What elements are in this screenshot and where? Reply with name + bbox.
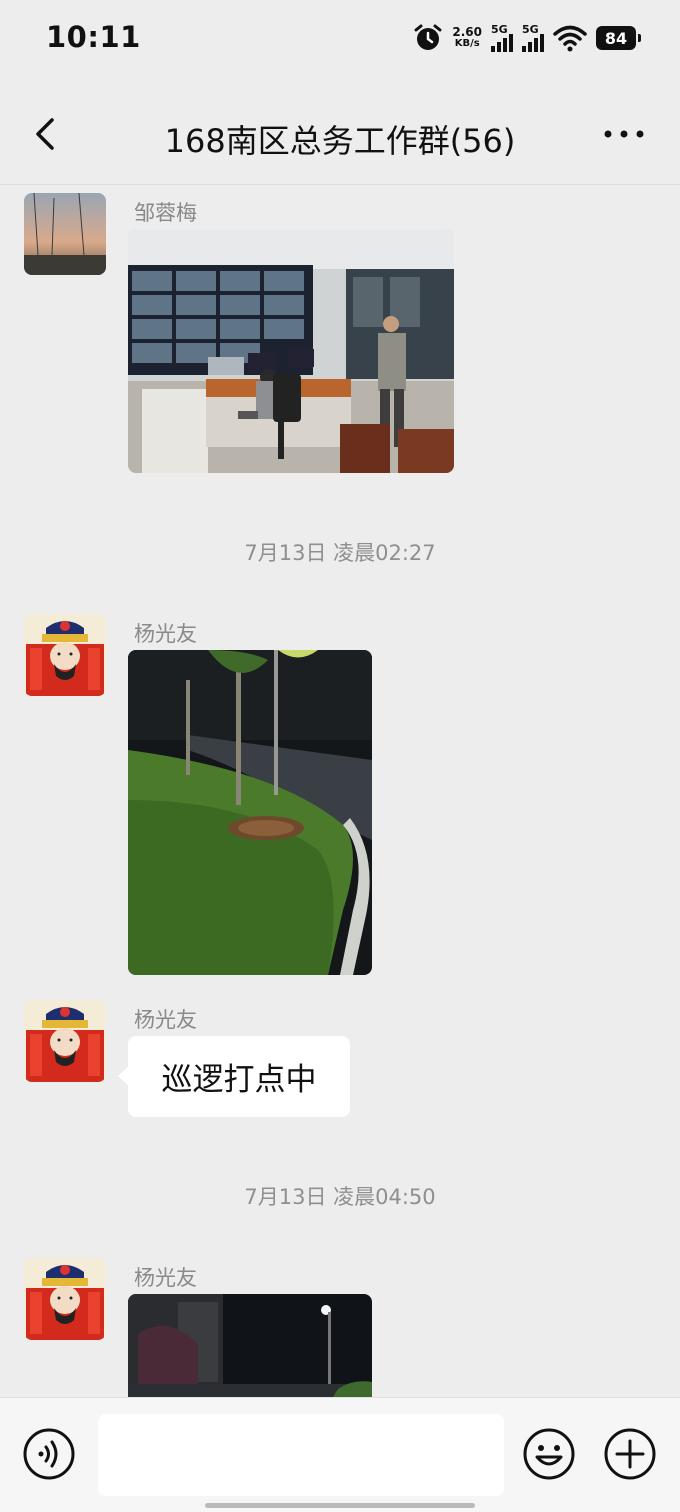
- avatar[interactable]: [24, 614, 106, 696]
- net-speed: 2.60 KB/s: [452, 25, 482, 49]
- image-message[interactable]: [128, 650, 372, 975]
- avatar[interactable]: [24, 1258, 106, 1340]
- signal-5g-2: 5G: [522, 24, 544, 52]
- emoji-icon[interactable]: [522, 1427, 576, 1481]
- timestamp: 7月13日 凌晨02:27: [244, 541, 436, 565]
- caishen-avatar-image: [24, 1000, 106, 1082]
- status-bar: 10:11 2.60 KB/s 5G 5G 84: [0, 0, 680, 76]
- plus-icon[interactable]: [603, 1427, 657, 1481]
- night-patrol-lawn-photo: [128, 650, 372, 975]
- surveillance-room-photo: [128, 229, 454, 473]
- image-message[interactable]: [128, 1294, 372, 1397]
- caishen-avatar-image: [24, 614, 106, 696]
- message-input[interactable]: [98, 1414, 504, 1496]
- sender-name: 邹蓉梅: [134, 201, 197, 225]
- avatar[interactable]: [24, 193, 106, 275]
- sender-name: 杨光友: [134, 622, 197, 646]
- signal-bars-icon: [491, 34, 513, 52]
- avatar-sunset-image: [24, 193, 106, 275]
- wifi-icon: [553, 25, 587, 52]
- input-bar: [0, 1397, 680, 1512]
- status-time: 10:11: [46, 20, 141, 54]
- signal-bars-icon: [522, 34, 544, 52]
- status-icons: 2.60 KB/s 5G 5G 84: [413, 20, 641, 56]
- voice-icon[interactable]: [22, 1427, 76, 1481]
- image-message[interactable]: [128, 229, 454, 473]
- battery-icon: 84: [596, 26, 641, 50]
- chat-title: 168南区总务工作群(56): [164, 122, 516, 160]
- message-text: 巡逻打点中: [161, 1062, 317, 1098]
- signal-5g-1: 5G: [491, 24, 513, 52]
- chat-header: 168南区总务工作群(56): [0, 76, 680, 185]
- night-street-photo: [128, 1294, 372, 1397]
- home-indicator[interactable]: [205, 1503, 475, 1508]
- sender-name: 杨光友: [134, 1008, 197, 1032]
- more-icon[interactable]: [602, 122, 646, 146]
- avatar[interactable]: [24, 1000, 106, 1082]
- sender-name: 杨光友: [134, 1266, 197, 1290]
- alarm-icon: [414, 24, 442, 50]
- caishen-avatar-image: [24, 1258, 106, 1340]
- timestamp: 7月13日 凌晨04:50: [244, 1185, 436, 1209]
- text-message-bubble[interactable]: 巡逻打点中: [118, 1036, 350, 1117]
